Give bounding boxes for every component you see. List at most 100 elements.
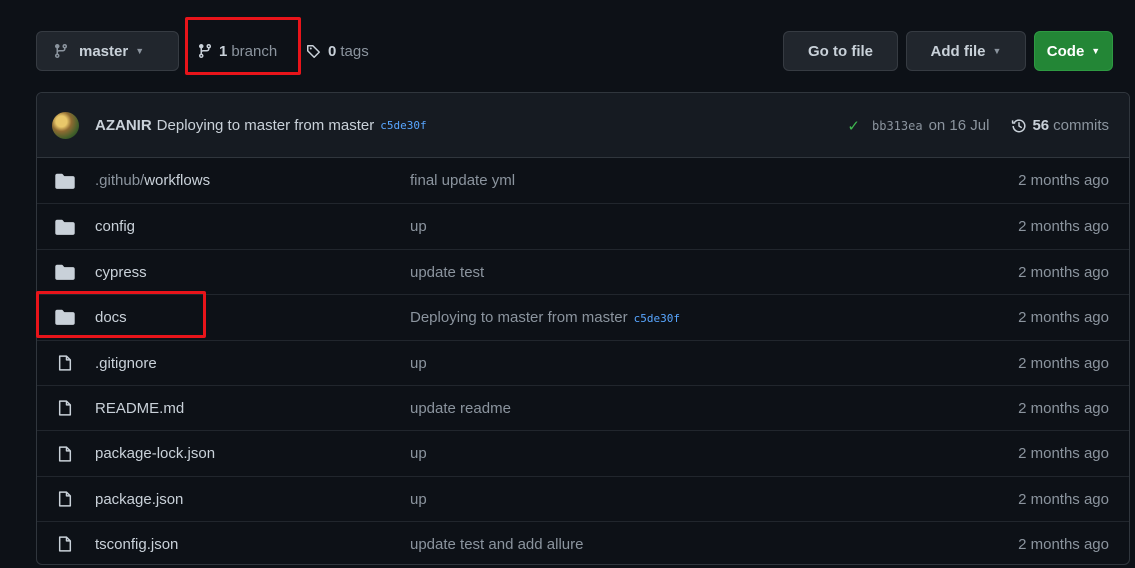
- file-age[interactable]: 2 months ago: [1018, 295, 1109, 340]
- tag-label: tags: [340, 42, 369, 60]
- file-commit-message[interactable]: update test and add allure: [410, 522, 584, 564]
- add-file-label: Add file: [930, 42, 986, 60]
- latest-commit-message: AZANIR Deploying to master from master c…: [95, 93, 427, 158]
- branches-link[interactable]: 1 branch: [197, 31, 277, 71]
- file-name-text: package-lock.json: [95, 445, 216, 463]
- file-name-text: workflows: [144, 172, 211, 189]
- commit-meta: ✓ bb313ea on 16 Jul 56 commits: [847, 93, 1109, 158]
- folder-icon: [55, 309, 75, 326]
- repo-file-browser: AZANIR Deploying to master from master c…: [36, 92, 1130, 565]
- file-commit-message-text: update test: [410, 263, 485, 281]
- file-age[interactable]: 2 months ago: [1018, 431, 1109, 476]
- file-row[interactable]: docs Deploying to master from master c5de3…: [37, 294, 1129, 339]
- file-age[interactable]: 2 months ago: [1018, 250, 1109, 295]
- commit-message-text[interactable]: Deploying to master from master: [157, 117, 375, 134]
- file-row[interactable]: config up 2 months ago: [37, 203, 1129, 248]
- file-name-link[interactable]: docs: [95, 295, 127, 340]
- go-to-file-button[interactable]: Go to file: [783, 31, 898, 71]
- file-name-link[interactable]: .github/workflows: [95, 158, 210, 203]
- commit-sha-link[interactable]: c5de30f: [634, 312, 680, 325]
- commit-sha-link[interactable]: c5de30f: [380, 119, 426, 132]
- file-commit-message[interactable]: update test: [410, 250, 484, 295]
- file-name-link[interactable]: cypress: [95, 250, 147, 295]
- file-row[interactable]: README.md update readme 2 months ago: [37, 384, 1129, 431]
- branch-name: master: [79, 42, 129, 60]
- latest-commit-bar: AZANIR Deploying to master from master c…: [37, 93, 1129, 158]
- add-file-button[interactable]: Add file ▼: [906, 31, 1026, 71]
- file-age[interactable]: 2 months ago: [1018, 477, 1109, 522]
- file-name-link[interactable]: .gitignore: [95, 341, 157, 386]
- file-commit-message-text: up: [410, 354, 427, 372]
- file-age[interactable]: 2 months ago: [1018, 204, 1109, 249]
- file-commit-message[interactable]: final update yml: [410, 158, 515, 203]
- file-row[interactable]: cypress update test 2 months ago: [37, 248, 1129, 295]
- file-commit-message-text: update test and add allure: [410, 536, 584, 554]
- file-commit-message[interactable]: Deploying to master from master c5de30f: [410, 295, 680, 341]
- commit-author[interactable]: AZANIR: [95, 117, 152, 134]
- branch-select-button[interactable]: master ▼: [36, 31, 179, 71]
- go-to-file-label: Go to file: [808, 42, 873, 60]
- git-branch-icon: [54, 44, 67, 59]
- chevron-down-icon: ▼: [992, 46, 1002, 56]
- commit-count[interactable]: 56: [1032, 117, 1049, 134]
- file-list: .github/workflows final update yml 2 month…: [37, 158, 1129, 564]
- file-row[interactable]: .gitignore up 2 months ago: [37, 339, 1129, 386]
- file-age[interactable]: 2 months ago: [1018, 341, 1109, 386]
- file-icon: [55, 400, 75, 417]
- file-row[interactable]: package-lock.json up 2 months ago: [37, 430, 1129, 475]
- file-row[interactable]: .github/workflows final update yml 2 month…: [37, 158, 1129, 203]
- tag-icon: [307, 45, 320, 58]
- tag-count: 0: [328, 42, 337, 60]
- file-name-link[interactable]: README.md: [95, 386, 184, 431]
- file-name-text: config: [95, 218, 136, 236]
- file-name-link[interactable]: config: [95, 204, 135, 249]
- folder-icon: [55, 218, 75, 235]
- file-commit-message-text: up: [410, 490, 427, 508]
- tags-link[interactable]: 0 tags: [306, 31, 369, 71]
- file-commit-message-text: final update yml: [410, 172, 516, 189]
- file-commit-message[interactable]: up: [410, 204, 427, 249]
- file-commit-message-text: update readme: [410, 399, 511, 417]
- code-button[interactable]: Code ▼: [1034, 31, 1113, 71]
- file-icon: [55, 445, 75, 462]
- file-commit-message[interactable]: up: [410, 431, 427, 476]
- file-name-text: docs: [95, 309, 127, 327]
- chevron-down-icon: ▼: [135, 46, 145, 56]
- file-commit-message-text: Deploying to master from master: [410, 309, 628, 327]
- commit-label[interactable]: commits: [1053, 117, 1109, 134]
- file-commit-message-text: up: [410, 218, 427, 236]
- avatar[interactable]: [52, 112, 79, 139]
- chevron-down-icon: ▼: [1091, 46, 1101, 56]
- branch-count: 1: [219, 42, 228, 60]
- check-icon[interactable]: ✓: [847, 117, 860, 135]
- file-row[interactable]: package.json up 2 months ago: [37, 475, 1129, 522]
- folder-icon: [55, 263, 75, 280]
- file-name-text: README.md: [95, 399, 185, 417]
- file-commit-message[interactable]: up: [410, 341, 427, 386]
- repo-toolbar: master ▼ 1 branch 0 tags Go to file Add …: [36, 31, 1113, 71]
- folder-icon: [55, 172, 75, 189]
- file-age[interactable]: 2 months ago: [1018, 386, 1109, 431]
- file-name-prefix: .github/: [95, 172, 145, 189]
- file-commit-message[interactable]: up: [410, 477, 427, 522]
- file-name-text: package.json: [95, 490, 184, 508]
- file-icon: [55, 536, 75, 553]
- file-age[interactable]: 2 months ago: [1018, 522, 1109, 564]
- commit-date[interactable]: on 16 Jul: [929, 117, 990, 134]
- file-age[interactable]: 2 months ago: [1018, 158, 1109, 203]
- file-name-link[interactable]: package.json: [95, 477, 183, 522]
- file-name-text: .gitignore: [95, 354, 157, 372]
- file-commit-message-text: up: [410, 445, 427, 463]
- git-branch-icon: [198, 44, 211, 59]
- file-row[interactable]: tsconfig.json update test and add allure 2…: [37, 521, 1129, 564]
- file-icon: [55, 490, 75, 507]
- file-name-text: tsconfig.json: [95, 536, 179, 554]
- code-label: Code: [1046, 42, 1085, 60]
- file-commit-message[interactable]: update readme: [410, 386, 511, 431]
- branch-label: branch: [231, 42, 278, 60]
- file-name-link[interactable]: package-lock.json: [95, 431, 215, 476]
- commit-sha[interactable]: bb313ea: [872, 119, 923, 133]
- history-icon: [1012, 118, 1026, 132]
- file-name-text: cypress: [95, 263, 147, 281]
- file-name-link[interactable]: tsconfig.json: [95, 522, 179, 564]
